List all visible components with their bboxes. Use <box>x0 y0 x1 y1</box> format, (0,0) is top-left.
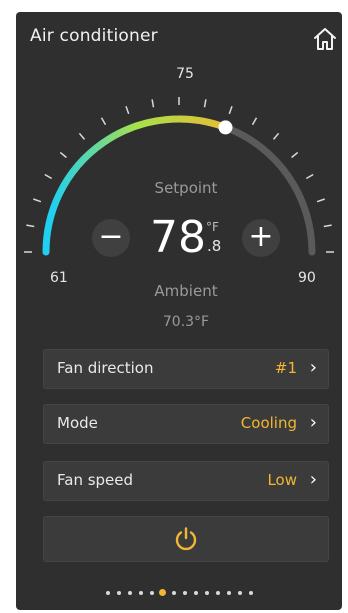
gauge-tick <box>33 198 42 203</box>
gauge-tick <box>228 106 233 115</box>
fan-direction-label: Fan direction <box>57 359 154 377</box>
page-dot[interactable] <box>248 591 253 595</box>
gauge-tick <box>251 117 258 126</box>
gauge-tick <box>291 151 299 159</box>
gauge-tick <box>151 99 155 108</box>
gauge-tick <box>59 151 67 159</box>
fan-direction-value: #1 <box>274 359 297 377</box>
fan-speed-row[interactable]: Fan speed Low › <box>43 461 329 501</box>
gauge-handle[interactable] <box>218 120 233 135</box>
setpoint-decimal: .8 <box>207 237 222 255</box>
power-button[interactable] <box>43 516 329 562</box>
mode-value: Cooling <box>240 414 297 432</box>
gauge-max-label: 90 <box>298 270 316 286</box>
gauge-tick <box>272 132 280 140</box>
gauge-tick <box>26 224 35 228</box>
setpoint-unit: °F <box>206 220 219 234</box>
page-dot[interactable] <box>237 591 242 595</box>
fan-speed-value: Low <box>267 471 297 489</box>
increase-button[interactable]: + <box>242 219 280 257</box>
decrease-button[interactable]: − <box>92 219 130 257</box>
chevron-right-icon: › <box>309 469 317 490</box>
page-dot[interactable] <box>116 591 121 595</box>
page-dot[interactable] <box>215 591 220 595</box>
ambient-label: Ambient <box>154 282 218 300</box>
page-dot[interactable] <box>138 591 143 595</box>
gauge-tick <box>323 224 332 228</box>
gauge-tick <box>100 117 107 126</box>
page-dot[interactable] <box>171 591 176 595</box>
setpoint-value: 78 <box>150 212 206 263</box>
gauge-tick <box>203 99 207 108</box>
page-dot[interactable] <box>105 591 110 595</box>
fan-direction-row[interactable]: Fan direction #1 › <box>43 349 329 389</box>
temperature-gauge[interactable] <box>16 12 342 312</box>
gauge-tick <box>316 198 325 203</box>
ambient-value: 70.3°F <box>162 314 210 330</box>
setpoint-label: Setpoint <box>154 179 218 197</box>
page-indicator <box>16 587 342 599</box>
page-dot[interactable] <box>182 591 187 595</box>
mode-label: Mode <box>57 414 98 432</box>
gauge-tick <box>78 132 86 140</box>
fan-speed-label: Fan speed <box>57 471 134 489</box>
page-dot[interactable] <box>149 591 154 595</box>
gauge-tick <box>44 173 53 180</box>
power-icon <box>175 527 197 551</box>
page-dot[interactable] <box>127 591 132 595</box>
page-dot[interactable] <box>193 591 198 595</box>
gauge-min-label: 61 <box>50 270 68 286</box>
page-dot[interactable] <box>226 591 231 595</box>
page-dot[interactable] <box>204 591 209 595</box>
gauge-tick <box>305 173 314 180</box>
chevron-right-icon: › <box>309 412 317 433</box>
gauge-mid-label: 75 <box>176 66 194 82</box>
gauge-tick <box>125 106 130 115</box>
mode-row[interactable]: Mode Cooling › <box>43 404 329 444</box>
page-dot-active[interactable] <box>159 589 166 596</box>
chevron-right-icon: › <box>309 357 317 378</box>
ac-panel: Air conditioner 75 61 90 Setpoint − 78 °… <box>16 12 342 610</box>
